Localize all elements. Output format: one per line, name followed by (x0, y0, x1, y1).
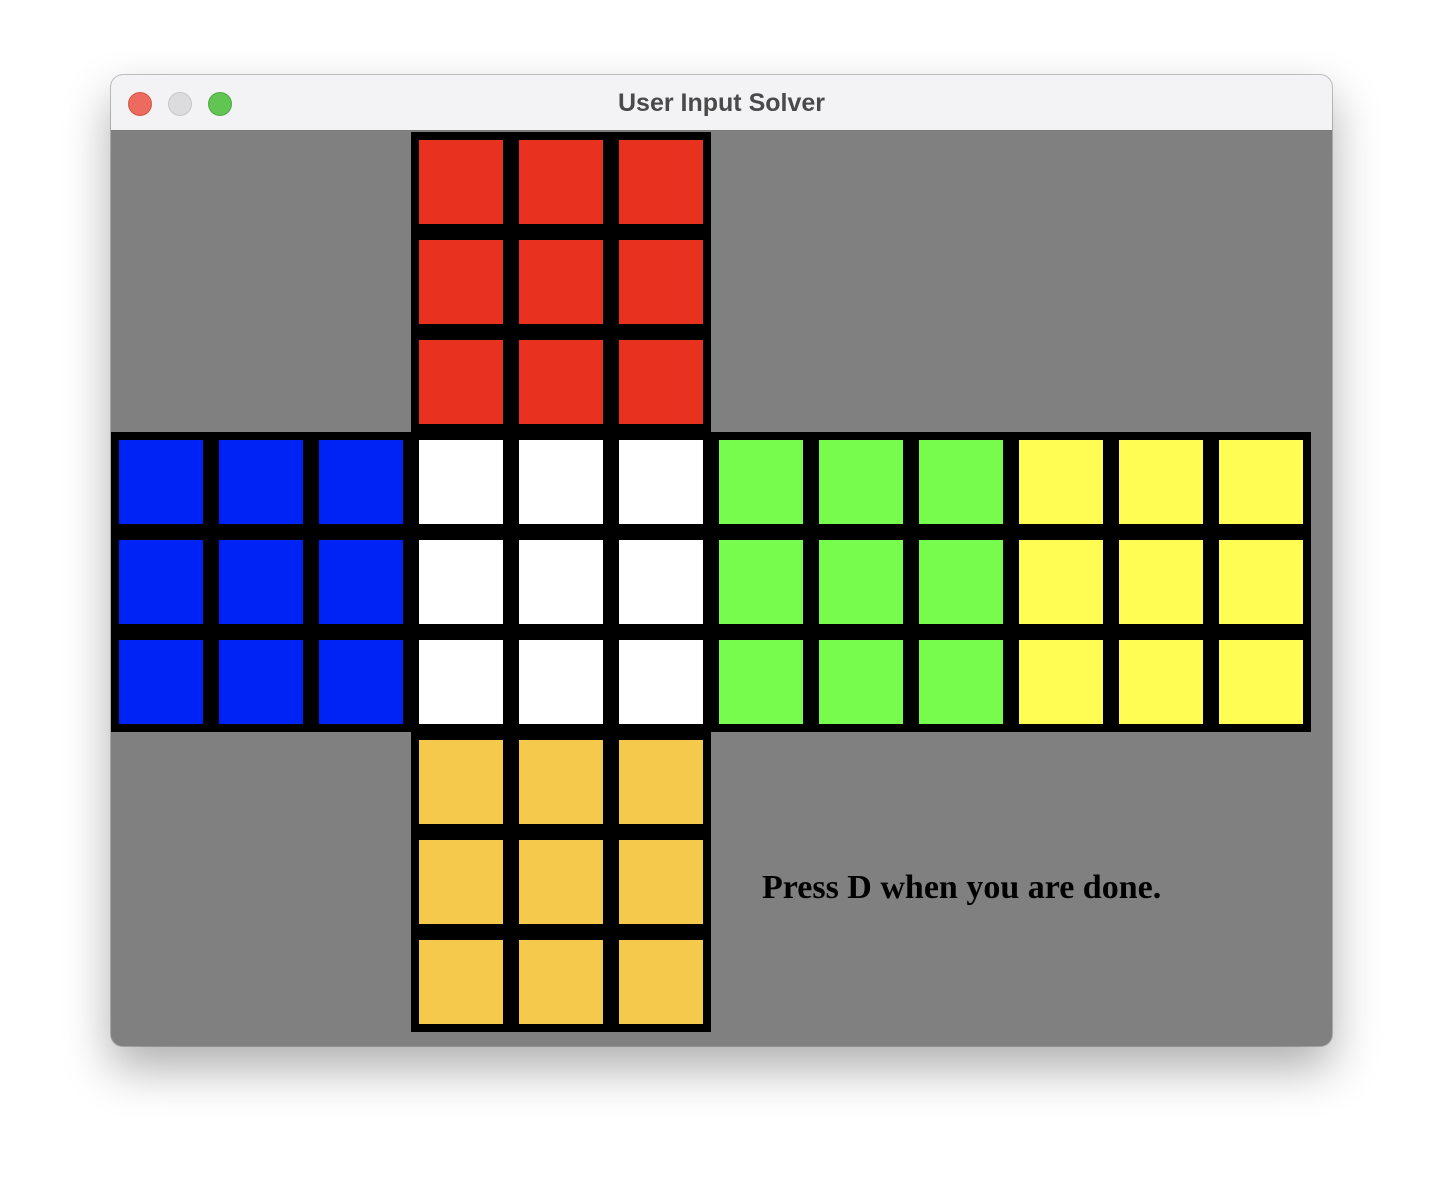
face-back (1011, 432, 1311, 732)
sticker-back-6[interactable] (1219, 540, 1303, 624)
sticker-front-1[interactable] (419, 440, 503, 524)
sticker-right-2[interactable] (819, 440, 903, 524)
sticker-left-3[interactable] (319, 440, 403, 524)
app-window: User Input Solver Press D when you are d… (111, 75, 1332, 1046)
sticker-down-4[interactable] (419, 840, 503, 924)
sticker-up-1[interactable] (419, 140, 503, 224)
title-bar: User Input Solver (111, 75, 1332, 131)
sticker-left-7[interactable] (119, 640, 203, 724)
sticker-down-1[interactable] (419, 740, 503, 824)
sticker-front-8[interactable] (519, 640, 603, 724)
instruction-text: Press D when you are done. (762, 869, 1162, 906)
face-right (711, 432, 1011, 732)
sticker-left-1[interactable] (119, 440, 203, 524)
sticker-right-1[interactable] (719, 440, 803, 524)
sticker-up-6[interactable] (619, 240, 703, 324)
sticker-down-2[interactable] (519, 740, 603, 824)
face-up (411, 132, 711, 432)
sticker-left-6[interactable] (319, 540, 403, 624)
sticker-down-6[interactable] (619, 840, 703, 924)
sticker-right-3[interactable] (919, 440, 1003, 524)
window-title: User Input Solver (618, 89, 825, 117)
sticker-right-7[interactable] (719, 640, 803, 724)
sticker-back-7[interactable] (1019, 640, 1103, 724)
sticker-up-7[interactable] (419, 340, 503, 424)
sticker-back-8[interactable] (1119, 640, 1203, 724)
face-front (411, 432, 711, 732)
sticker-back-5[interactable] (1119, 540, 1203, 624)
sticker-down-9[interactable] (619, 940, 703, 1024)
sticker-up-5[interactable] (519, 240, 603, 324)
sticker-down-5[interactable] (519, 840, 603, 924)
sticker-left-8[interactable] (219, 640, 303, 724)
sticker-back-2[interactable] (1119, 440, 1203, 524)
sticker-left-2[interactable] (219, 440, 303, 524)
sticker-front-2[interactable] (519, 440, 603, 524)
sticker-down-3[interactable] (619, 740, 703, 824)
face-down (411, 732, 711, 1032)
sticker-back-9[interactable] (1219, 640, 1303, 724)
sticker-right-5[interactable] (819, 540, 903, 624)
sticker-right-4[interactable] (719, 540, 803, 624)
sticker-up-3[interactable] (619, 140, 703, 224)
sticker-up-8[interactable] (519, 340, 603, 424)
sticker-left-5[interactable] (219, 540, 303, 624)
face-left (111, 432, 411, 732)
sticker-right-8[interactable] (819, 640, 903, 724)
sticker-down-8[interactable] (519, 940, 603, 1024)
sticker-right-9[interactable] (919, 640, 1003, 724)
sticker-back-1[interactable] (1019, 440, 1103, 524)
sticker-front-5[interactable] (519, 540, 603, 624)
sticker-left-4[interactable] (119, 540, 203, 624)
sticker-front-4[interactable] (419, 540, 503, 624)
sticker-front-3[interactable] (619, 440, 703, 524)
sticker-up-4[interactable] (419, 240, 503, 324)
sticker-left-9[interactable] (319, 640, 403, 724)
sticker-back-4[interactable] (1019, 540, 1103, 624)
sticker-up-9[interactable] (619, 340, 703, 424)
sticker-front-9[interactable] (619, 640, 703, 724)
cube-net-canvas: Press D when you are done. (111, 132, 1332, 1046)
sticker-up-2[interactable] (519, 140, 603, 224)
sticker-front-6[interactable] (619, 540, 703, 624)
sticker-down-7[interactable] (419, 940, 503, 1024)
sticker-right-6[interactable] (919, 540, 1003, 624)
sticker-front-7[interactable] (419, 640, 503, 724)
sticker-back-3[interactable] (1219, 440, 1303, 524)
